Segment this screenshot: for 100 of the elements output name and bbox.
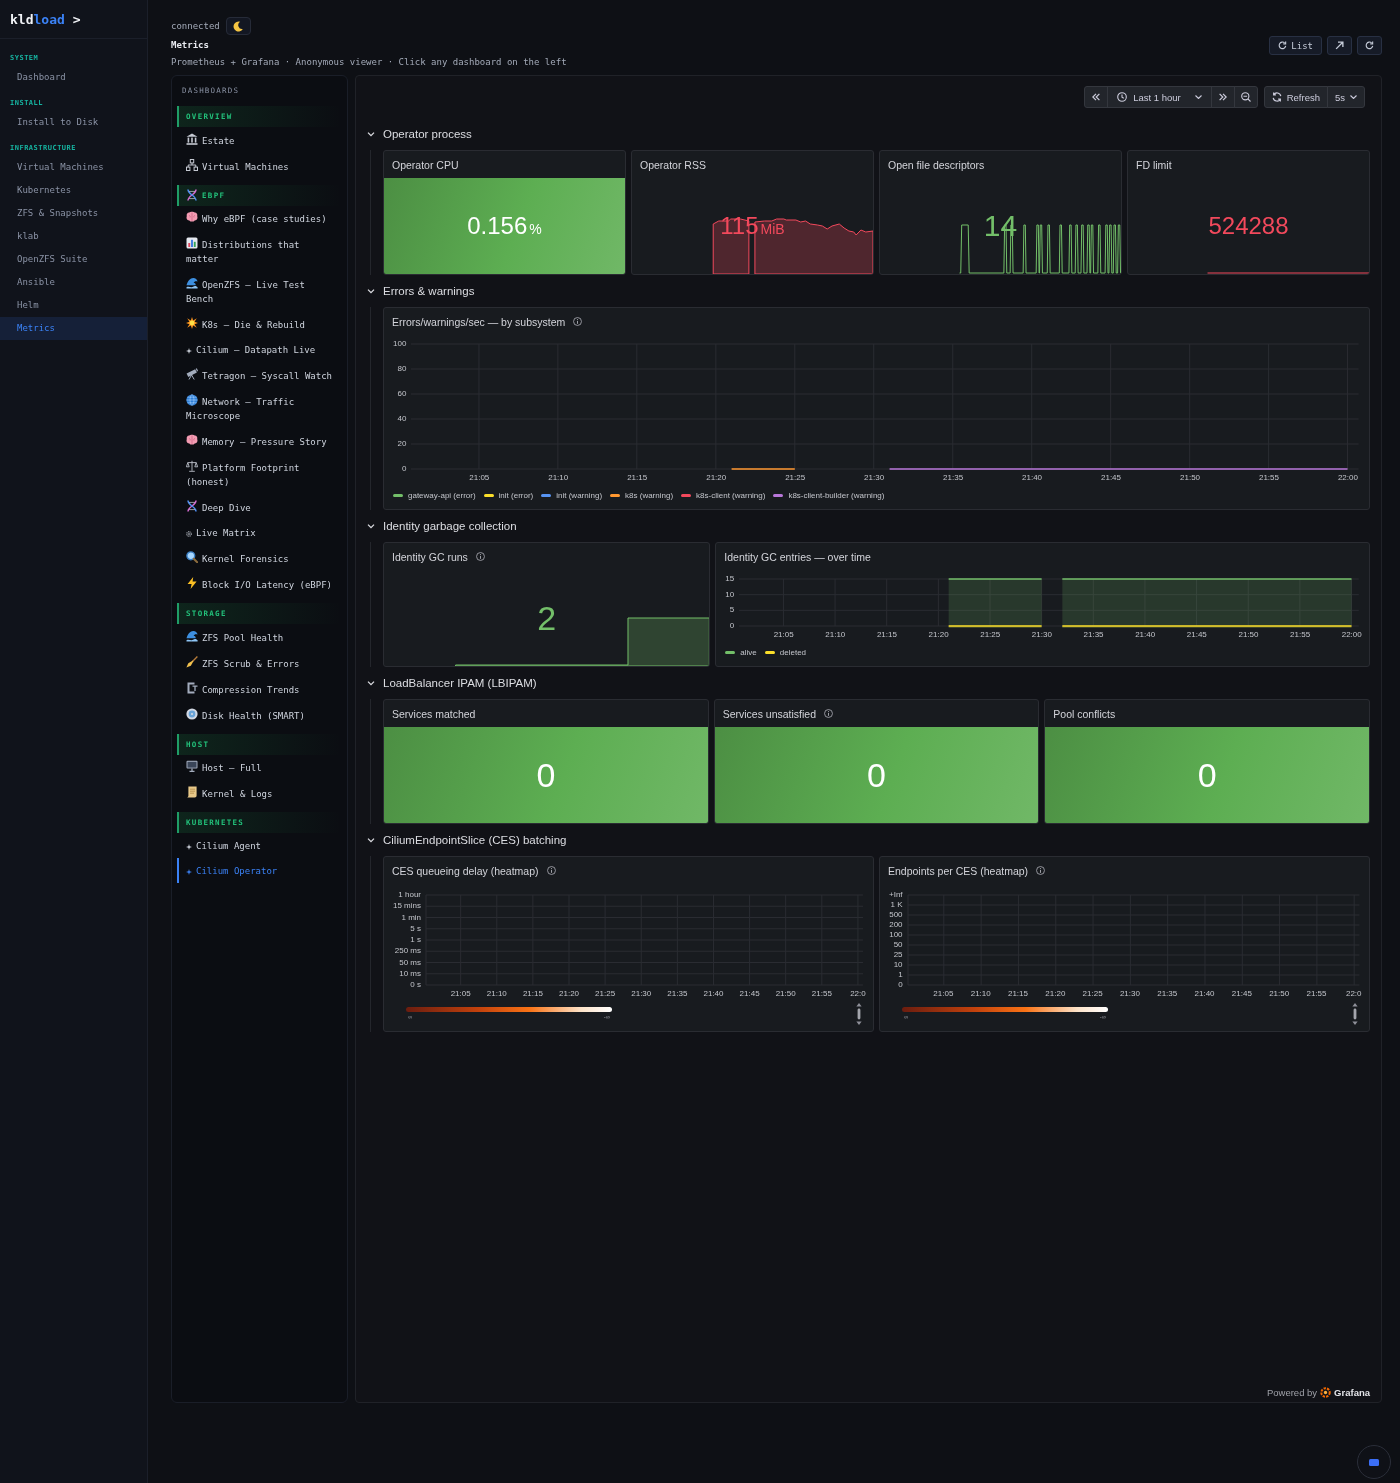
clock-icon <box>1117 92 1128 102</box>
time-forward-button[interactable] <box>1210 86 1235 108</box>
theme-toggle-button[interactable] <box>225 17 251 35</box>
nav-link[interactable]: Ansible <box>0 271 147 294</box>
menu-item[interactable]: ZFS Pool Health <box>177 624 342 650</box>
menu-item[interactable]: Estate <box>177 127 342 153</box>
axis-label: 21:45 <box>1231 989 1252 999</box>
axis-label: 21:45 <box>1101 473 1121 483</box>
axis-label: 21:55 <box>1290 630 1311 640</box>
magnifier-icon <box>186 551 198 563</box>
menu-item[interactable]: Cilium Operator <box>177 858 342 883</box>
axis-label: 21:25 <box>785 473 806 483</box>
row-toggle[interactable]: LoadBalancer IPAM (LBIPAM) <box>367 674 537 692</box>
reload-button[interactable] <box>1357 36 1382 55</box>
legend-label: init (warning) <box>556 490 603 500</box>
menu-item[interactable]: Host — Full <box>177 754 342 781</box>
refresh-interval-picker[interactable]: 5s <box>1326 86 1365 108</box>
axis-label: 21:25 <box>595 989 616 999</box>
nav-link[interactable]: OpenZFS Suite <box>0 248 147 271</box>
powered-by-link[interactable]: Powered by Grafana <box>1266 1386 1370 1398</box>
legend-label: alive <box>740 647 757 657</box>
dna-icon <box>186 189 198 201</box>
row-toggle[interactable]: Operator process <box>367 125 472 143</box>
panel-title: Operator CPU <box>392 158 459 171</box>
zoom-out-button[interactable] <box>1233 86 1258 108</box>
nav-link[interactable]: Virtual Machines <box>0 156 147 179</box>
menu-item[interactable]: Kernel Forensics <box>177 545 342 572</box>
menu-item[interactable]: Distributions that matter <box>177 231 342 272</box>
open-button[interactable] <box>1327 36 1352 55</box>
menu-item[interactable]: Cilium — Datapath Live <box>177 337 342 363</box>
axis-label: 21:45 <box>739 989 760 999</box>
axis-label: 0 <box>729 621 735 631</box>
stat-value: 2 <box>537 601 557 635</box>
menu-item[interactable]: OpenZFS — Live Test Bench <box>177 271 342 312</box>
list-button[interactable]: List <box>1269 36 1322 55</box>
axis-label: 21:20 <box>928 630 949 640</box>
telescope-icon <box>186 368 198 380</box>
refresh-icon <box>1278 41 1288 50</box>
menu-item[interactable]: Memory — Pressure Story <box>177 428 342 455</box>
sparkle-icon <box>186 843 192 850</box>
menu-item[interactable]: Tetragon — Syscall Watch <box>177 362 342 389</box>
arrow-up-right-icon <box>1335 41 1344 50</box>
time-range-picker[interactable]: Last 1 hour <box>1107 86 1212 108</box>
nav-link[interactable]: Install to Disk <box>0 111 147 134</box>
stat-value: 14 <box>983 211 1018 241</box>
nav-link[interactable]: Dashboard <box>0 66 147 89</box>
axis-label: 50 ms <box>399 957 421 968</box>
menu-item[interactable]: Cilium Agent <box>177 833 342 858</box>
panel-title: CES queueing delay (heatmap) <box>392 864 539 877</box>
nav-link[interactable]: ZFS & Snapshots <box>0 202 147 225</box>
axis-label: 21:30 <box>1031 630 1052 640</box>
nav-link[interactable]: Metrics <box>0 317 147 340</box>
menu-item[interactable]: Virtual Machines <box>177 153 342 179</box>
nav-link[interactable]: klab <box>0 225 147 248</box>
connection-status: connected <box>171 21 220 31</box>
row-toggle[interactable]: CiliumEndpointSlice (CES) batching <box>367 831 567 849</box>
axis-label: 0 <box>898 980 903 990</box>
menu-item[interactable]: Network — Traffic Microscope <box>177 388 342 429</box>
nav-link[interactable]: Kubernetes <box>0 179 147 202</box>
axis-label: 22:00 <box>1341 630 1362 640</box>
stat-unit: MiB <box>760 222 785 236</box>
axis-label: 22:0 <box>1345 989 1362 999</box>
app-logo[interactable]: kldload > <box>10 11 81 27</box>
axis-label: 21:35 <box>943 473 964 483</box>
axis-label: 5 <box>729 605 735 616</box>
row-toggle[interactable]: Identity garbage collection <box>367 517 517 535</box>
menu-item[interactable]: Deep Dive <box>177 494 342 521</box>
axis-label: 21:50 <box>1269 989 1290 999</box>
menu-item[interactable]: Platform Footprint (honest) <box>177 454 342 495</box>
wave-icon <box>186 629 198 642</box>
refresh-icon <box>1365 41 1374 50</box>
menu-item[interactable]: Compression Trends <box>177 676 342 702</box>
axis-label: 100 <box>889 930 903 940</box>
menu-item[interactable]: Block I/O Latency (eBPF) <box>177 571 342 598</box>
axis-label: 21:45 <box>1186 630 1207 640</box>
row-toggle[interactable]: Errors & warnings <box>367 282 475 300</box>
legend-label: k8s (warning) <box>625 490 674 500</box>
disc-icon <box>186 707 198 720</box>
menu-item[interactable]: Why eBPF (case studies) <box>177 205 342 232</box>
nav-link[interactable]: Helm <box>0 294 147 317</box>
menu-item[interactable]: ZFS Scrub & Errors <box>177 650 342 676</box>
lightning-icon <box>186 577 198 589</box>
axis-label: 500 <box>889 910 903 920</box>
menu-item[interactable]: Disk Health (SMART) <box>177 702 342 728</box>
axis-label: 250 ms <box>394 946 421 957</box>
menu-item[interactable]: Kernel & Logs <box>177 780 342 807</box>
axis-label: 1 min <box>401 912 421 923</box>
chat-button[interactable] <box>1357 1445 1391 1479</box>
axis-label: 22:0 <box>850 989 866 999</box>
axis-label: 21:15 <box>1007 989 1028 999</box>
stat-value: 524288 <box>1208 214 1289 238</box>
menu-item[interactable]: K8s — Die & Rebuild <box>177 311 342 338</box>
time-back-button[interactable] <box>1084 86 1109 108</box>
menu-item[interactable]: Live Matrix <box>177 520 342 546</box>
refresh-button[interactable]: Refresh <box>1263 86 1328 108</box>
axis-label: 15 mins <box>393 901 421 912</box>
sparkle-icon <box>186 868 192 875</box>
axis-label: +Inf <box>889 890 903 900</box>
axis-label: 21:15 <box>627 473 648 483</box>
stat-value: 0 <box>867 758 886 792</box>
